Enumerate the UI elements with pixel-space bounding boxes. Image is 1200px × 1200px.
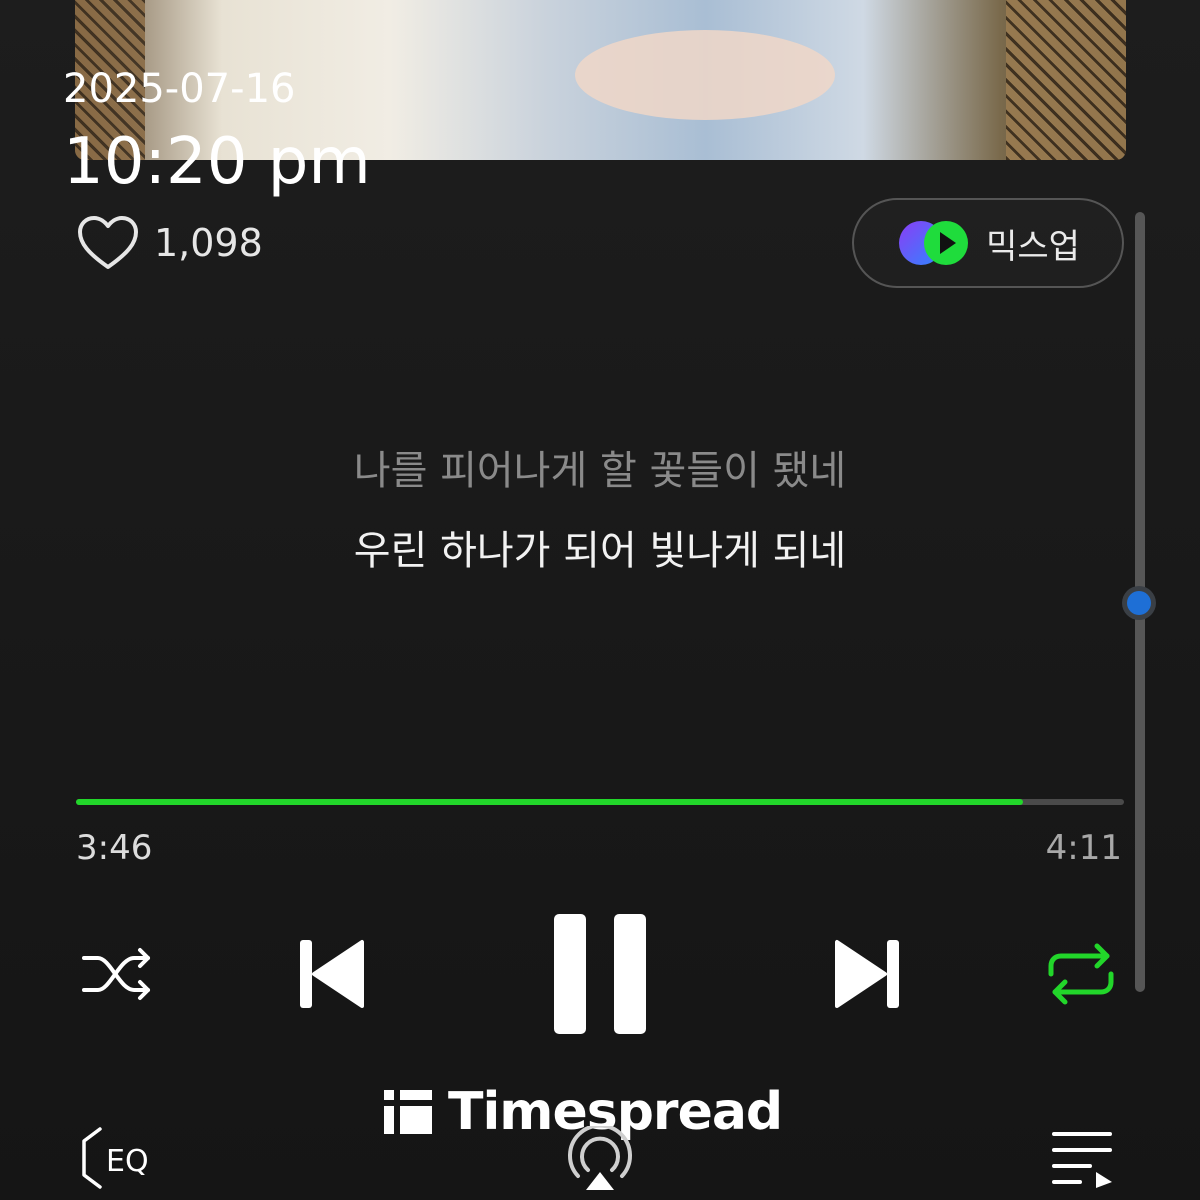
album-art-figure [575, 30, 835, 120]
timestamp-time: 10:20 pm [63, 125, 371, 199]
cast-button[interactable] [564, 1126, 636, 1192]
like-count: 1,098 [154, 221, 263, 265]
eq-button[interactable]: EQ [76, 1125, 166, 1191]
player-screen: 2025-07-16 10:20 pm 1,098 믹스업 나를 피어나게 할 … [0, 0, 1200, 1200]
mixup-label: 믹스업 [986, 226, 1080, 267]
timestamp-date: 2025-07-16 [63, 66, 296, 112]
brand-logo-icon [384, 1090, 432, 1134]
shuffle-button[interactable] [80, 942, 156, 1006]
next-track-icon [835, 940, 899, 1008]
playlist-icon [1052, 1132, 1112, 1188]
mixup-button[interactable]: 믹스업 [852, 198, 1124, 288]
like-button[interactable]: 1,098 [76, 213, 263, 273]
progress-fill [76, 799, 1024, 805]
album-art-texture-right [1006, 0, 1126, 160]
lyric-line-current[interactable]: 우린 하나가 되어 빛나게 되네 [0, 518, 1200, 576]
pause-icon [554, 914, 646, 1034]
speaker-eq-icon: EQ [82, 1127, 149, 1189]
previous-track-icon [300, 940, 364, 1008]
next-track-button[interactable] [835, 938, 901, 1010]
previous-track-button[interactable] [298, 938, 364, 1010]
elapsed-time: 3:46 [76, 828, 153, 868]
scrollbar-thumb[interactable] [1122, 586, 1156, 620]
repeat-button[interactable] [1045, 940, 1117, 1008]
repeat-icon [1048, 943, 1114, 1005]
lyric-line-previous[interactable]: 나를 피어나게 할 꽃들이 됐네 [0, 438, 1200, 496]
heart-icon [78, 216, 138, 269]
pause-button[interactable] [552, 912, 648, 1036]
airplay-icon [568, 1126, 632, 1190]
total-time: 4:11 [1045, 828, 1122, 868]
shuffle-icon [82, 948, 150, 1000]
progress-bar[interactable] [76, 799, 1124, 805]
eq-label: EQ [106, 1144, 149, 1179]
mixup-icon [899, 221, 969, 265]
playlist-button[interactable] [1050, 1128, 1114, 1188]
